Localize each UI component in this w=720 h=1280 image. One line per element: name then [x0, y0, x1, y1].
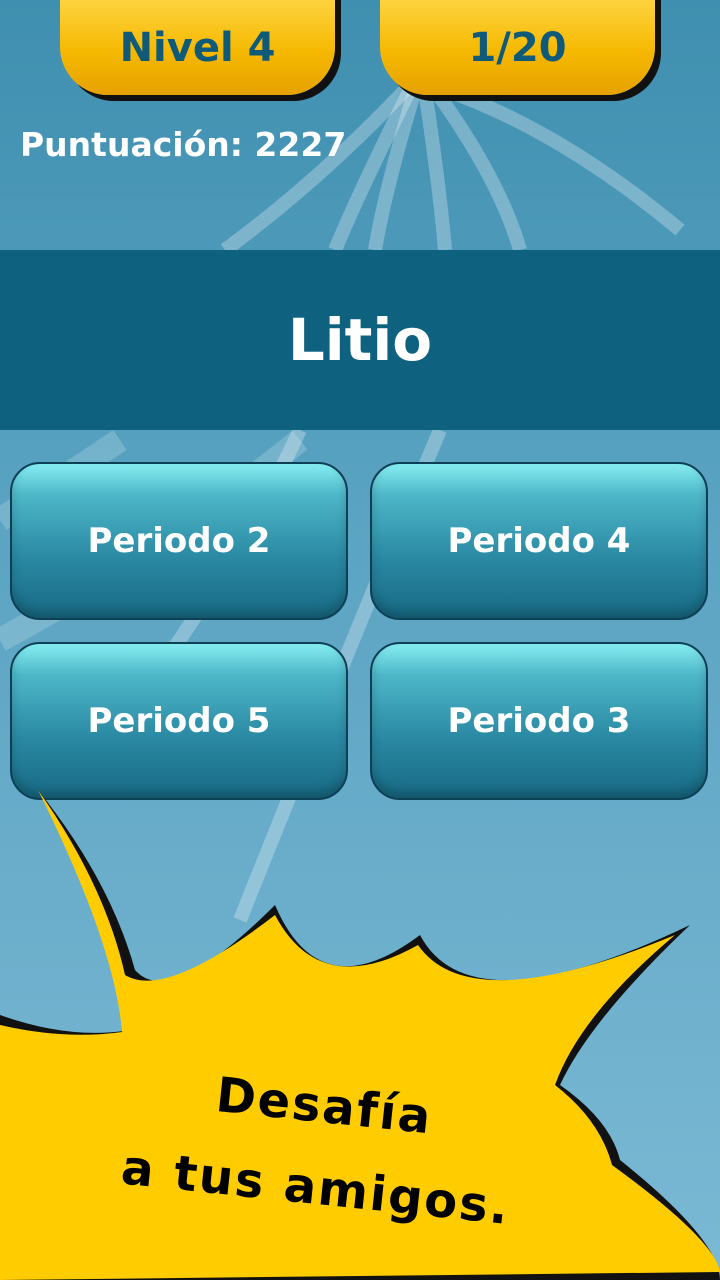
question-progress-indicator: 1/20	[380, 0, 655, 95]
answer-button-4[interactable]: Periodo 3	[370, 642, 708, 800]
level-label: Nivel 4	[119, 24, 276, 71]
answer-button-2[interactable]: Periodo 4	[370, 462, 708, 620]
answer-label: Periodo 5	[87, 701, 271, 741]
answer-button-1[interactable]: Periodo 2	[10, 462, 348, 620]
question-banner: Litio	[0, 250, 720, 430]
question-text: Litio	[287, 306, 433, 374]
progress-label: 1/20	[468, 24, 567, 71]
score-label: Puntuación: 2227	[20, 125, 347, 164]
answer-label: Periodo 4	[447, 521, 631, 561]
answer-label: Periodo 3	[447, 701, 631, 741]
level-indicator: Nivel 4	[60, 0, 335, 95]
answer-label: Periodo 2	[87, 521, 271, 561]
answer-button-3[interactable]: Periodo 5	[10, 642, 348, 800]
